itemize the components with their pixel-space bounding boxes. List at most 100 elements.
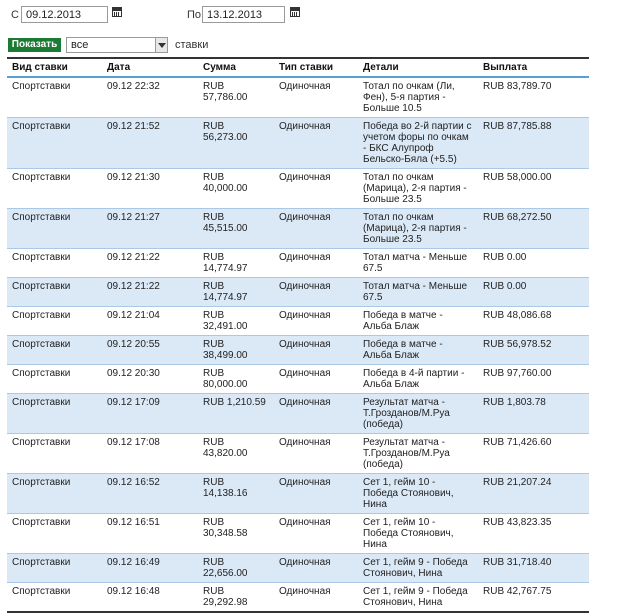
bet-kind-cell: Спортставки xyxy=(7,168,102,209)
table-row: Спортставки 09.12 20:55 RUB 38,499.00 Одино… xyxy=(7,335,589,365)
amount-cell: RUB 80,000.00 xyxy=(198,364,274,394)
to-date-input[interactable] xyxy=(202,6,285,23)
table-row: Спортставки 09.12 16:52 RUB 14,138.16 Одино… xyxy=(7,473,589,514)
date-cell: 09.12 21:04 xyxy=(102,306,198,336)
bet-type-cell: Одиночная xyxy=(274,364,358,394)
date-cell: 09.12 16:52 xyxy=(102,473,198,514)
bets-table: Вид ставки Дата Сумма Тип ставки Детали … xyxy=(7,57,589,613)
amount-cell: RUB 14,774.97 xyxy=(198,277,274,307)
amount-cell: RUB 1,210.59 xyxy=(198,393,274,434)
payout-cell: RUB 43,823.35 xyxy=(478,513,589,554)
date-cell: 09.12 20:55 xyxy=(102,335,198,365)
payout-cell: RUB 48,086.68 xyxy=(478,306,589,336)
table-row: Спортставки 09.12 21:30 RUB 40,000.00 Одино… xyxy=(7,168,589,209)
bet-type-cell: Одиночная xyxy=(274,117,358,169)
table-header-row: Вид ставки Дата Сумма Тип ставки Детали … xyxy=(7,57,589,78)
details-cell: Тотал по очкам (Марица), 2-я партия - Бо… xyxy=(358,168,478,209)
table-row: Спортставки 09.12 17:08 RUB 43,820.00 Одино… xyxy=(7,433,589,474)
col-header-date: Дата xyxy=(102,57,198,78)
bet-kind-cell: Спортставки xyxy=(7,433,102,474)
payout-cell: RUB 31,718.40 xyxy=(478,553,589,583)
date-cell: 09.12 16:49 xyxy=(102,553,198,583)
calendar-icon[interactable] xyxy=(112,7,122,17)
bet-type-selected-value: все xyxy=(71,39,89,51)
chevron-down-icon[interactable] xyxy=(155,38,167,52)
date-cell: 09.12 21:30 xyxy=(102,168,198,209)
details-cell: Сет 1, гейм 9 - Победа Стоянович, Нина xyxy=(358,553,478,583)
amount-cell: RUB 57,786.00 xyxy=(198,77,274,118)
amount-cell: RUB 32,491.00 xyxy=(198,306,274,336)
bet-type-select[interactable]: все xyxy=(66,37,168,53)
amount-cell: RUB 45,515.00 xyxy=(198,208,274,249)
amount-cell: RUB 43,820.00 xyxy=(198,433,274,474)
payout-cell: RUB 83,789.70 xyxy=(478,77,589,118)
bet-kind-cell: Спортставки xyxy=(7,335,102,365)
bet-type-cell: Одиночная xyxy=(274,553,358,583)
payout-cell: RUB 97,760.00 xyxy=(478,364,589,394)
bet-type-cell: Одиночная xyxy=(274,168,358,209)
date-cell: 09.12 20:30 xyxy=(102,364,198,394)
date-cell: 09.12 21:52 xyxy=(102,117,198,169)
bet-kind-cell: Спортставки xyxy=(7,513,102,554)
date-cell: 09.12 16:48 xyxy=(102,582,198,613)
table-row: Спортставки 09.12 21:04 RUB 32,491.00 Одино… xyxy=(7,306,589,336)
details-cell: Тотал матча - Меньше 67.5 xyxy=(358,277,478,307)
date-cell: 09.12 17:09 xyxy=(102,393,198,434)
bet-type-cell: Одиночная xyxy=(274,473,358,514)
amount-cell: RUB 29,292.98 xyxy=(198,582,274,613)
col-header-bet-type: Тип ставки xyxy=(274,57,358,78)
details-cell: Сет 1, гейм 9 - Победа Стоянович, Нина xyxy=(358,582,478,613)
payout-cell: RUB 0.00 xyxy=(478,277,589,307)
bet-kind-cell: Спортставки xyxy=(7,473,102,514)
bet-type-cell: Одиночная xyxy=(274,335,358,365)
payout-cell: RUB 1,803.78 xyxy=(478,393,589,434)
bet-type-cell: Одиночная xyxy=(274,248,358,278)
date-cell: 09.12 21:27 xyxy=(102,208,198,249)
bet-type-cell: Одиночная xyxy=(274,513,358,554)
amount-cell: RUB 56,273.00 xyxy=(198,117,274,169)
date-filter-row: С По xyxy=(0,0,617,34)
col-header-amount: Сумма xyxy=(198,57,274,78)
table-row: Спортставки 09.12 21:22 RUB 14,774.97 Одино… xyxy=(7,277,589,307)
date-cell: 09.12 17:08 xyxy=(102,433,198,474)
details-cell: Тотал по очкам (Ли, Фен), 5-я партия - Б… xyxy=(358,77,478,118)
payout-cell: RUB 58,000.00 xyxy=(478,168,589,209)
col-header-bet-kind: Вид ставки xyxy=(7,57,102,78)
table-row: Спортставки 09.12 16:51 RUB 30,348.58 Одино… xyxy=(7,513,589,554)
table-row: Спортставки 09.12 21:52 RUB 56,273.00 Одино… xyxy=(7,117,589,169)
bet-kind-cell: Спортставки xyxy=(7,77,102,118)
bet-type-cell: Одиночная xyxy=(274,582,358,613)
col-header-payout: Выплата xyxy=(478,57,589,78)
amount-cell: RUB 40,000.00 xyxy=(198,168,274,209)
table-row: Спортставки 09.12 20:30 RUB 80,000.00 Одино… xyxy=(7,364,589,394)
from-label: С xyxy=(11,9,19,21)
amount-cell: RUB 38,499.00 xyxy=(198,335,274,365)
amount-cell: RUB 30,348.58 xyxy=(198,513,274,554)
table-row: Спортставки 09.12 17:09 RUB 1,210.59 Одиноч… xyxy=(7,393,589,434)
bets-table-body: Спортставки 09.12 22:32 RUB 57,786.00 Одино… xyxy=(7,77,589,613)
date-cell: 09.12 16:51 xyxy=(102,513,198,554)
calendar-icon[interactable] xyxy=(290,7,300,17)
show-button[interactable]: Показать xyxy=(8,38,61,52)
details-cell: Сет 1, гейм 10 - Победа Стоянович, Нина xyxy=(358,513,478,554)
table-row: Спортставки 09.12 16:49 RUB 22,656.00 Одино… xyxy=(7,553,589,583)
bet-type-cell: Одиночная xyxy=(274,306,358,336)
date-cell: 09.12 21:22 xyxy=(102,248,198,278)
details-cell: Победа во 2-й партии с учетом форы по оч… xyxy=(358,117,478,169)
bet-kind-cell: Спортставки xyxy=(7,582,102,613)
table-row: Спортставки 09.12 16:48 RUB 29,292.98 Одино… xyxy=(7,582,589,613)
from-date-input[interactable] xyxy=(21,6,108,23)
amount-cell: RUB 22,656.00 xyxy=(198,553,274,583)
details-cell: Тотал по очкам (Марица), 2-я партия - Бо… xyxy=(358,208,478,249)
table-row: Спортставки 09.12 21:22 RUB 14,774.97 Одино… xyxy=(7,248,589,278)
bet-type-cell: Одиночная xyxy=(274,393,358,434)
payout-cell: RUB 68,272.50 xyxy=(478,208,589,249)
payout-cell: RUB 21,207.24 xyxy=(478,473,589,514)
date-cell: 09.12 21:22 xyxy=(102,277,198,307)
bet-kind-cell: Спортставки xyxy=(7,306,102,336)
amount-cell: RUB 14,138.16 xyxy=(198,473,274,514)
bet-kind-cell: Спортставки xyxy=(7,553,102,583)
payout-cell: RUB 71,426.60 xyxy=(478,433,589,474)
details-cell: Результат матча - Т.Грозданов/М.Руа (поб… xyxy=(358,393,478,434)
date-cell: 09.12 22:32 xyxy=(102,77,198,118)
